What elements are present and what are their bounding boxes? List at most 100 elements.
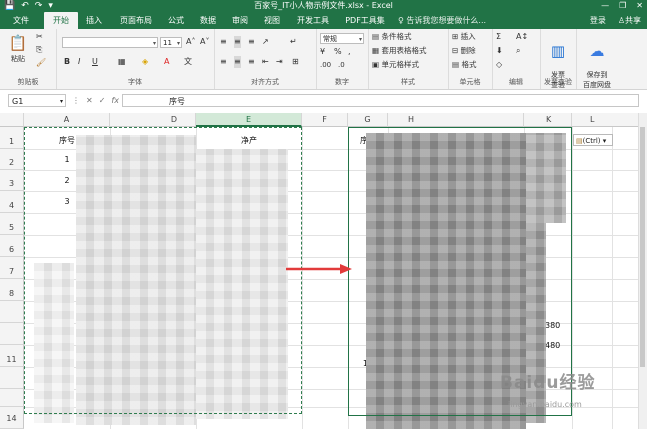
row-header-5[interactable]: 5 bbox=[0, 213, 24, 235]
tab-pdf-tools[interactable]: PDF工具集 bbox=[342, 12, 388, 29]
tab-data[interactable]: 数据 bbox=[196, 12, 220, 29]
increase-font-icon[interactable]: A˄ bbox=[186, 36, 195, 48]
currency-button[interactable]: ¥ bbox=[320, 46, 325, 58]
clipboard-icon: 📋 bbox=[8, 34, 28, 52]
decrease-decimal-icon[interactable]: .0 bbox=[338, 59, 345, 71]
gridline bbox=[302, 127, 303, 429]
column-header-h[interactable]: H bbox=[388, 113, 524, 127]
tab-insert[interactable]: 插入 bbox=[82, 12, 106, 29]
column-header-d[interactable]: D bbox=[110, 113, 196, 127]
formula-input[interactable]: 序号 bbox=[122, 94, 639, 107]
close-button[interactable]: ✕ bbox=[636, 0, 643, 12]
indent-increase-icon[interactable]: ⇥ bbox=[276, 56, 283, 68]
increase-decimal-icon[interactable]: .00 bbox=[320, 59, 331, 71]
font-group-label: 字体 bbox=[128, 78, 142, 86]
autosum-button[interactable]: Σ bbox=[496, 31, 501, 43]
align-center-icon[interactable]: ≡ bbox=[234, 56, 241, 68]
select-all-corner[interactable] bbox=[0, 113, 24, 127]
font-size-combo[interactable]: 11 ▾ bbox=[160, 37, 182, 48]
tab-view[interactable]: 视图 bbox=[260, 12, 284, 29]
column-header-g[interactable]: G bbox=[348, 113, 388, 127]
indent-decrease-icon[interactable]: ⇤ bbox=[262, 56, 269, 68]
row-header-8[interactable]: 8 bbox=[0, 279, 24, 301]
column-header-a[interactable]: A bbox=[24, 113, 110, 127]
vertical-scrollbar[interactable] bbox=[638, 113, 647, 429]
row-header-12[interactable] bbox=[0, 367, 24, 389]
align-bottom-icon[interactable]: ≡ bbox=[248, 36, 255, 48]
login-button[interactable]: 登录 bbox=[590, 12, 606, 29]
row-header-14[interactable]: 14 bbox=[0, 407, 24, 429]
sort-filter-icon[interactable]: A↕ bbox=[516, 31, 528, 43]
conditional-format-button[interactable]: ▤ 条件格式 bbox=[372, 31, 411, 43]
align-left-icon[interactable]: ≡ bbox=[220, 56, 227, 68]
minimize-button[interactable]: — bbox=[601, 0, 609, 12]
cell-styles-button[interactable]: ▣ 单元格样式 bbox=[372, 59, 419, 71]
row-header-3[interactable]: 3 bbox=[0, 170, 24, 191]
alignment-group: ≡ ≡ ≡ ↗ ↵ ≡ ≡ ≡ ⇤ ⇥ ⊞ 对齐方式 bbox=[214, 29, 317, 89]
cut-icon[interactable]: ✂ bbox=[36, 31, 43, 43]
tell-me-search[interactable]: ♀ 告诉我您想要做什么... bbox=[398, 12, 486, 29]
cancel-entry-icon[interactable]: ✕ bbox=[86, 94, 93, 107]
row-header-2[interactable]: 2 bbox=[0, 149, 24, 170]
align-top-icon[interactable]: ≡ bbox=[220, 36, 227, 48]
save-to-baidu-button[interactable]: ☁ 保存到 百度网盘 bbox=[580, 32, 614, 90]
font-name-combo[interactable]: ▾ bbox=[62, 37, 158, 48]
row-header-11[interactable]: 11 bbox=[0, 345, 24, 367]
copy-icon[interactable]: ⎘ bbox=[36, 44, 42, 56]
phonetic-icon[interactable]: 文 bbox=[184, 56, 192, 68]
underline-button[interactable]: U bbox=[92, 56, 98, 68]
number-format-combo[interactable]: 常规 ▾ bbox=[320, 33, 364, 44]
column-header-e[interactable]: E bbox=[196, 113, 302, 127]
fill-color-icon[interactable]: ◈ bbox=[142, 56, 148, 68]
column-header-f[interactable]: F bbox=[302, 113, 348, 127]
percent-button[interactable]: % bbox=[334, 46, 342, 58]
window-title: 百家号_IT小人物示例文件.xlsx - Excel bbox=[254, 1, 393, 10]
bold-button[interactable]: B bbox=[64, 56, 70, 68]
font-color-icon[interactable]: A bbox=[164, 56, 169, 68]
orientation-icon[interactable]: ↗ bbox=[262, 36, 269, 48]
confirm-entry-icon[interactable]: ✓ bbox=[99, 94, 106, 107]
comma-button[interactable]: , bbox=[348, 46, 351, 58]
wrap-text-icon[interactable]: ↵ bbox=[290, 36, 297, 48]
row-header-13[interactable] bbox=[0, 389, 24, 407]
row-header-9[interactable] bbox=[0, 301, 24, 323]
function-icon[interactable]: fx bbox=[111, 94, 119, 107]
share-label: 共享 bbox=[625, 16, 641, 25]
delete-cells-button[interactable]: ⊟ 删除 bbox=[452, 45, 476, 57]
paste-button[interactable]: 📋 粘贴 bbox=[6, 32, 30, 64]
format-painter-icon[interactable]: 🖌 bbox=[36, 57, 46, 69]
scrollbar-thumb[interactable] bbox=[640, 127, 645, 367]
align-right-icon[interactable]: ≡ bbox=[248, 56, 255, 68]
column-header-k[interactable]: K bbox=[524, 113, 572, 127]
fill-icon[interactable]: ⬇ bbox=[496, 45, 503, 57]
row-header-4[interactable]: 4 bbox=[0, 191, 24, 213]
merge-center-icon[interactable]: ⊞ bbox=[292, 56, 299, 68]
restore-button[interactable]: ❐ bbox=[619, 0, 626, 12]
tab-formulas[interactable]: 公式 bbox=[164, 12, 188, 29]
decrease-font-icon[interactable]: A˅ bbox=[200, 36, 209, 48]
paste-options-button[interactable]: ▤(Ctrl) ▾ bbox=[573, 134, 613, 146]
insert-cells-button[interactable]: ⊞ 插入 bbox=[452, 31, 476, 43]
row-header-10[interactable] bbox=[0, 323, 24, 345]
row-header-7[interactable]: 7 bbox=[0, 257, 24, 279]
tab-developer[interactable]: 开发工具 bbox=[292, 12, 334, 29]
number-group: 常规 ▾ ¥ % , .00 .0 数字 bbox=[316, 29, 369, 89]
name-box[interactable]: G1 ▾ bbox=[8, 94, 66, 107]
tab-review[interactable]: 审阅 bbox=[228, 12, 252, 29]
find-select-icon[interactable]: ⌕ bbox=[516, 45, 520, 57]
cloud-icon: ☁ bbox=[589, 42, 605, 60]
clear-icon[interactable]: ◇ bbox=[496, 59, 502, 71]
borders-icon[interactable]: ▦ bbox=[118, 56, 126, 68]
tab-file[interactable]: 文件 bbox=[8, 12, 34, 29]
tab-page-layout[interactable]: 页面布局 bbox=[114, 12, 158, 29]
format-cells-button[interactable]: ▤ 格式 bbox=[452, 59, 476, 71]
column-header-l[interactable]: L bbox=[572, 113, 639, 127]
clipboard-group-label: 剪贴板 bbox=[17, 78, 39, 86]
italic-button[interactable]: I bbox=[78, 56, 80, 68]
row-header-1[interactable]: 1 bbox=[0, 127, 24, 149]
share-button[interactable]: ♙共享 bbox=[618, 12, 641, 29]
format-as-table-button[interactable]: ▦ 套用表格格式 bbox=[372, 45, 426, 57]
align-middle-icon[interactable]: ≡ bbox=[234, 36, 241, 48]
tab-home[interactable]: 开始 bbox=[44, 12, 78, 29]
row-header-6[interactable]: 6 bbox=[0, 235, 24, 257]
